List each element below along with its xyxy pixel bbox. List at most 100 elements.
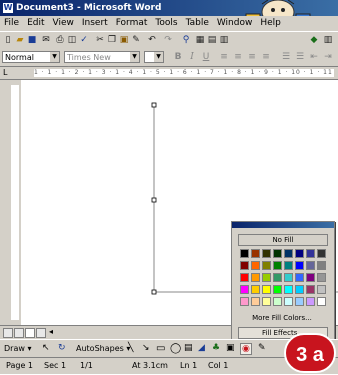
save-icon[interactable]: ■ — [26, 34, 38, 46]
line-color-icon[interactable]: ✎ — [258, 343, 266, 353]
color-swatch[interactable] — [251, 249, 260, 258]
spelling-icon[interactable]: ✓ — [78, 34, 90, 46]
color-swatch[interactable] — [273, 261, 282, 270]
color-swatch[interactable] — [262, 297, 271, 306]
color-swatch[interactable] — [306, 261, 315, 270]
print-preview-icon[interactable]: ◫ — [66, 34, 78, 46]
italic-button[interactable]: I — [186, 51, 198, 63]
oval-icon[interactable]: ◯ — [170, 343, 181, 354]
autoshapes-menu[interactable]: AutoShapes ▾ — [76, 344, 130, 353]
columns-icon[interactable]: ▥ — [322, 34, 334, 46]
color-swatch[interactable] — [251, 297, 260, 306]
vertical-ruler[interactable] — [9, 80, 21, 325]
color-swatch[interactable] — [317, 285, 326, 294]
scroll-left-icon[interactable]: ◂ — [49, 327, 53, 336]
color-swatch[interactable] — [295, 273, 304, 282]
color-swatch[interactable] — [284, 285, 293, 294]
no-fill-button[interactable]: No Fill — [238, 234, 328, 246]
font-dropdown[interactable]: Times New Roman ▼ — [64, 51, 140, 74]
draw-menu[interactable]: Draw ▾ — [4, 344, 31, 353]
new-icon[interactable]: ▯ — [2, 34, 14, 46]
color-swatch[interactable] — [251, 261, 260, 270]
line-icon[interactable]: ╲ — [128, 343, 133, 353]
color-swatch[interactable] — [240, 297, 249, 306]
palette-drag-bar[interactable] — [232, 222, 334, 228]
align-left-icon[interactable]: ≡ — [218, 51, 230, 63]
color-swatch[interactable] — [251, 285, 260, 294]
color-swatch[interactable] — [317, 297, 326, 306]
hyperlink-icon[interactable]: ⚲ — [180, 34, 192, 46]
more-fill-colors-button[interactable]: More Fill Colors... — [238, 313, 326, 324]
color-swatch[interactable] — [262, 273, 271, 282]
bold-button[interactable]: B — [172, 51, 184, 63]
tables-borders-icon[interactable]: ▦ — [194, 34, 206, 46]
web-layout-button[interactable] — [14, 328, 24, 338]
normal-view-button[interactable] — [3, 328, 13, 338]
color-swatch[interactable] — [262, 261, 271, 270]
print-layout-button[interactable] — [25, 328, 35, 338]
format-painter-icon[interactable]: ✎ — [130, 34, 142, 46]
justify-icon[interactable]: ≡ — [260, 51, 272, 63]
color-swatch[interactable] — [240, 285, 249, 294]
align-center-icon[interactable]: ≡ — [232, 51, 244, 63]
text-box-icon[interactable]: ▤ — [184, 343, 193, 353]
select-objects-icon[interactable]: ↖ — [42, 343, 50, 353]
color-swatch[interactable] — [317, 261, 326, 270]
menu-view[interactable]: View — [49, 16, 78, 31]
numbering-icon[interactable]: ☰ — [280, 51, 292, 63]
menu-format[interactable]: Format — [112, 16, 152, 31]
color-swatch[interactable] — [273, 285, 282, 294]
rectangle-icon[interactable]: ▭ — [156, 343, 165, 354]
color-swatch[interactable] — [295, 261, 304, 270]
decrease-indent-icon[interactable]: ⇤ — [308, 51, 320, 63]
menu-window[interactable]: Window — [213, 16, 257, 31]
clip-art-icon[interactable]: ♣ — [212, 343, 220, 353]
bullets-icon[interactable]: ☰ — [294, 51, 306, 63]
menu-edit[interactable]: Edit — [23, 16, 48, 31]
menu-insert[interactable]: Insert — [78, 16, 112, 31]
arrow-icon[interactable]: ↘ — [142, 343, 150, 353]
color-swatch[interactable] — [240, 261, 249, 270]
color-swatch[interactable] — [251, 273, 260, 282]
paste-icon[interactable]: ▣ — [118, 34, 130, 46]
color-swatch[interactable] — [273, 297, 282, 306]
color-swatch[interactable] — [284, 261, 293, 270]
color-swatch[interactable] — [306, 297, 315, 306]
insert-table-icon[interactable]: ▤ — [206, 34, 218, 46]
cut-icon[interactable]: ✂ — [94, 34, 106, 46]
color-swatch[interactable] — [262, 249, 271, 258]
email-icon[interactable]: ✉ — [40, 34, 52, 46]
color-swatch[interactable] — [306, 285, 315, 294]
wordart-icon[interactable]: ◢ — [198, 343, 205, 353]
color-swatch[interactable] — [317, 273, 326, 282]
undo-icon[interactable]: ↶ — [146, 34, 158, 46]
drawing-icon[interactable]: ◆ — [308, 34, 320, 46]
insert-excel-icon[interactable]: ▥ — [218, 34, 230, 46]
insert-picture-icon[interactable]: ▣ — [226, 343, 235, 353]
color-swatch[interactable] — [295, 285, 304, 294]
free-rotate-icon[interactable]: ↻ — [58, 343, 66, 353]
redo-icon[interactable]: ↷ — [162, 34, 174, 46]
open-icon[interactable]: ▰ — [14, 34, 26, 46]
menu-tools[interactable]: Tools — [151, 16, 181, 31]
menu-help[interactable]: Help — [256, 16, 285, 31]
color-swatch[interactable] — [306, 273, 315, 282]
color-swatch[interactable] — [284, 273, 293, 282]
color-swatch[interactable] — [240, 273, 249, 282]
horizontal-ruler[interactable]: L 1 · 1 · 1 · 2 · 1 · 3 · 1 · 4 · 1 · 5 … — [0, 67, 338, 80]
color-swatch[interactable] — [284, 249, 293, 258]
style-dropdown[interactable]: Normal ▼ — [2, 51, 60, 63]
fill-color-icon[interactable]: ◉ — [240, 343, 252, 355]
color-swatch[interactable] — [284, 297, 293, 306]
menu-file[interactable]: File — [0, 16, 23, 31]
print-icon[interactable]: ⎙ — [54, 34, 66, 46]
align-right-icon[interactable]: ≡ — [246, 51, 258, 63]
color-swatch[interactable] — [295, 297, 304, 306]
copy-icon[interactable]: ❐ — [106, 34, 118, 46]
font-size-dropdown[interactable]: ▼ — [144, 51, 164, 63]
increase-indent-icon[interactable]: ⇥ — [322, 51, 334, 63]
color-swatch[interactable] — [262, 285, 271, 294]
color-swatch[interactable] — [295, 249, 304, 258]
underline-button[interactable]: U — [200, 51, 212, 63]
color-swatch[interactable] — [240, 249, 249, 258]
